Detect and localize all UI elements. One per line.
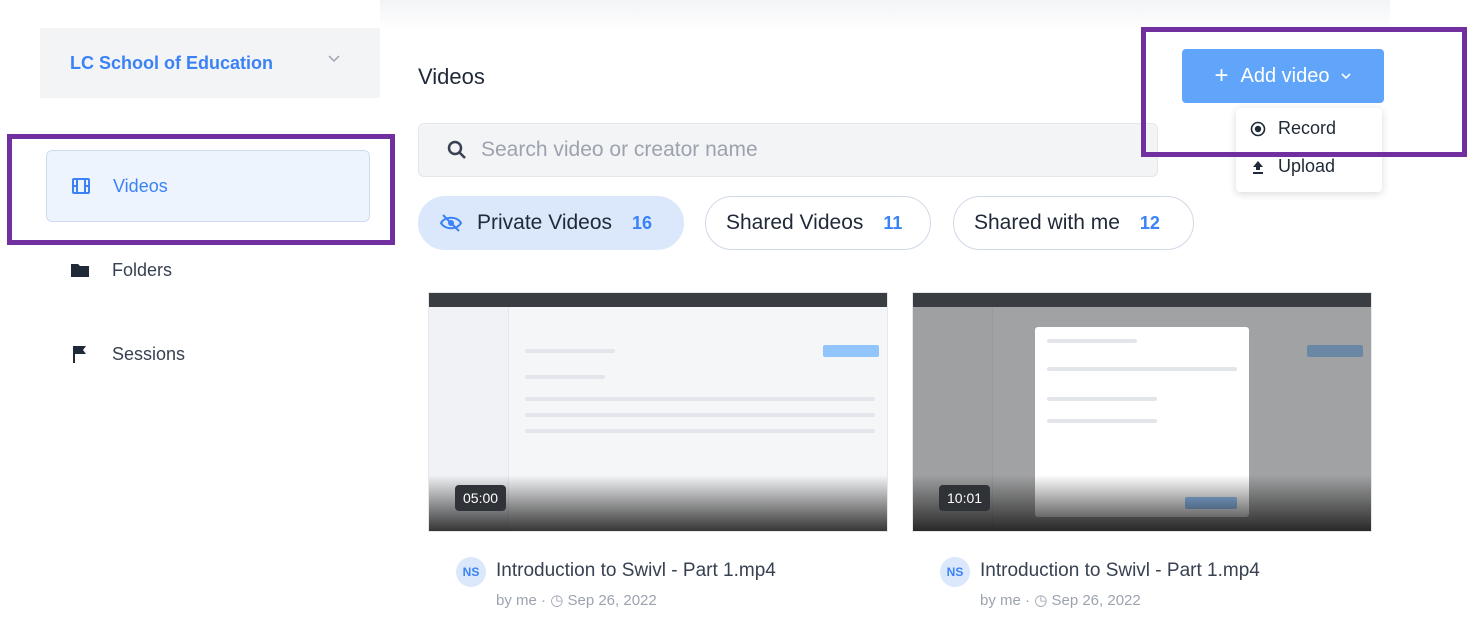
org-switcher[interactable]: LC School of Education	[40, 28, 380, 98]
video-meta: by me · ◷ Sep 26, 2022	[496, 591, 657, 609]
separator-dot: ·	[1025, 592, 1035, 609]
thumbnail-browser-bar	[429, 293, 887, 307]
clock-icon: ◷	[1034, 592, 1048, 609]
search-icon	[447, 140, 466, 159]
sidebar-item-label: Folders	[112, 259, 173, 280]
sidebar: LC School of Education Videos Folders Se…	[40, 10, 380, 628]
add-video-button[interactable]: + Add video	[1182, 49, 1384, 103]
video-title[interactable]: Introduction to Swivl - Part 1.mp4	[496, 560, 776, 582]
chevron-down-icon	[1341, 73, 1352, 80]
video-date: Sep 26, 2022	[1051, 592, 1141, 609]
add-video-label: Add video	[1240, 64, 1330, 87]
thumbnail-line	[1047, 419, 1157, 423]
menu-item-record[interactable]: Record	[1250, 118, 1336, 139]
sidebar-item-videos[interactable]: Videos	[46, 150, 370, 222]
search-input[interactable]	[481, 138, 1131, 162]
filter-count: 11	[883, 212, 903, 233]
avatar: NS	[456, 557, 486, 587]
video-thumbnail[interactable]: 10:01	[912, 292, 1372, 532]
duration-badge: 05:00	[455, 485, 507, 511]
thumbnail-line	[525, 397, 875, 401]
chevron-down-icon	[328, 55, 340, 63]
filter-count: 16	[632, 212, 653, 233]
clock-icon: ◷	[550, 592, 564, 609]
plus-icon: +	[1214, 62, 1229, 89]
sidebar-item-folders[interactable]: Folders	[46, 234, 370, 306]
video-meta: by me · ◷ Sep 26, 2022	[980, 591, 1141, 609]
sidebar-item-label: Sessions	[112, 343, 186, 364]
thumbnail-line	[1047, 367, 1237, 371]
eye-slash-icon	[439, 214, 463, 232]
filter-shared-videos[interactable]: Shared Videos 11	[705, 196, 931, 250]
thumbnail-line	[525, 413, 875, 417]
org-name: LC School of Education	[70, 52, 273, 73]
film-icon	[72, 178, 90, 194]
video-date: Sep 26, 2022	[567, 592, 657, 609]
menu-item-label: Upload	[1278, 156, 1336, 176]
add-video-menu: Record Upload	[1236, 108, 1382, 192]
filter-count: 12	[1139, 212, 1160, 233]
thumbnail-button	[823, 345, 879, 357]
separator-dot: ·	[541, 592, 551, 609]
search-bar[interactable]	[418, 123, 1158, 177]
video-author: by me	[496, 592, 537, 609]
video-card[interactable]: 10:01 NS Introduction to Swivl - Part 1.…	[912, 292, 1372, 628]
filter-private-videos[interactable]: Private Videos 16	[418, 196, 684, 250]
sidebar-item-label: Videos	[113, 175, 168, 196]
page-title: Videos	[418, 64, 485, 89]
menu-item-upload[interactable]: Upload	[1250, 156, 1335, 177]
filter-label: Shared Videos	[726, 211, 864, 234]
video-title[interactable]: Introduction to Swivl - Part 1.mp4	[980, 560, 1260, 582]
folder-icon	[71, 264, 89, 277]
thumbnail-line	[525, 429, 875, 433]
upload-icon	[1253, 160, 1263, 174]
thumbnail-line	[525, 349, 615, 353]
thumbnail-browser-bar	[913, 293, 1371, 307]
avatar: NS	[940, 557, 970, 587]
filter-shared-with-me[interactable]: Shared with me 12	[953, 196, 1194, 250]
video-card[interactable]: 05:00 NS Introduction to Swivl - Part 1.…	[428, 292, 888, 628]
flag-icon	[73, 346, 86, 363]
duration-badge: 10:01	[939, 485, 991, 511]
thumbnail-line	[1047, 339, 1137, 343]
header-shade	[380, 0, 1390, 30]
video-thumbnail[interactable]: 05:00	[428, 292, 888, 532]
app-root: LC School of Education Videos Folders Se…	[0, 0, 1470, 628]
thumbnail-line	[1047, 397, 1157, 401]
thumbnail-line	[525, 375, 605, 379]
record-icon	[1250, 121, 1266, 136]
menu-item-label: Record	[1278, 118, 1337, 138]
video-author: by me	[980, 592, 1021, 609]
filter-label: Shared with me	[974, 211, 1120, 234]
sidebar-item-sessions[interactable]: Sessions	[46, 318, 370, 390]
filter-label: Private Videos	[477, 211, 613, 234]
